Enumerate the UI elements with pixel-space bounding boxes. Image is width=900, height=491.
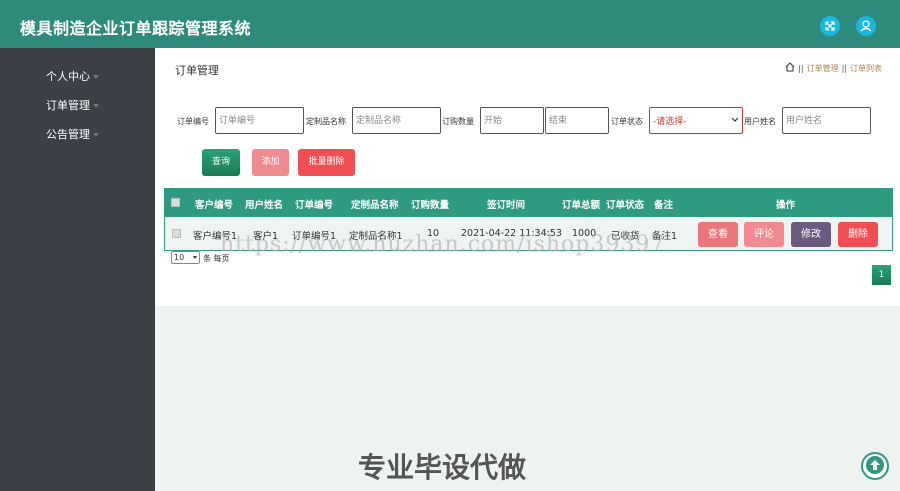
top-bar: 模具制造企业订单跟踪管理系统 [0,0,900,48]
quantity-end-input[interactable] [545,107,609,134]
view-button[interactable]: 查看 [698,222,738,247]
quantity-start-input[interactable] [480,107,544,134]
sidebar-item-order-management[interactable]: 订单管理 [46,97,99,113]
user-name-input[interactable] [782,107,871,134]
column-header: 备注 [654,200,674,211]
order-status-select[interactable]: -请选择- [649,107,743,134]
column-header: 订单编号 [295,200,334,211]
page-title: 订单管理 [175,64,219,77]
fullscreen-icon[interactable] [820,16,840,36]
order-no-input[interactable] [215,107,304,134]
order-status-selected: -请选择- [653,117,687,127]
table-header: 客户编号 用户姓名 订单编号 定制品名称 订购数量 签订时间 订单总额 订单状态… [164,188,893,217]
column-header: 操作 [776,200,796,211]
sidebar-item-notice-management[interactable]: 公告管理 [46,126,99,142]
page-size-value: 10 [174,253,185,262]
delete-button[interactable]: 删除 [838,222,878,247]
sidebar-item-personal-center[interactable]: 个人中心 [46,68,99,84]
main-panel [155,48,900,306]
product-name-label: 定制品名称 [306,117,346,126]
user-icon[interactable] [856,16,876,36]
column-header: 客户编号 [195,200,234,211]
sidebar-item-label: 订单管理 [46,99,90,112]
watermark-text: 专业毕设代做 [358,451,527,484]
breadcrumb-separator: || [841,64,847,73]
user-name-label: 用户姓名 [744,117,776,126]
add-button[interactable]: 添加 [252,149,289,176]
quantity-label: 订购数量 [442,117,474,126]
breadcrumb: || 订单管理 || 订单列表 [785,62,882,75]
comment-button[interactable]: 评论 [744,222,784,247]
query-button[interactable]: 查询 [202,149,240,176]
home-icon[interactable] [785,62,795,75]
app-title: 模具制造企业订单跟踪管理系统 [20,19,252,38]
column-header: 订单状态 [606,200,645,211]
page-size-select[interactable]: 10 [171,251,200,264]
sidebar-item-label: 个人中心 [46,70,90,83]
select-all-checkbox[interactable] [171,198,180,207]
page-button[interactable]: 1 [872,265,891,285]
column-header: 订单总额 [562,200,601,211]
batch-delete-button[interactable]: 批量删除 [298,149,355,176]
back-to-top-button[interactable] [861,452,889,480]
edit-button[interactable]: 修改 [791,222,831,247]
breadcrumb-item[interactable]: 订单列表 [850,63,882,74]
arrow-up-icon [865,455,885,478]
order-no-label: 订单编号 [177,117,209,126]
product-name-input[interactable] [352,107,441,134]
order-status-label: 订单状态 [611,117,643,126]
sidebar [0,48,155,491]
sidebar-item-label: 公告管理 [46,128,90,141]
chevron-down-icon [93,104,99,108]
chevron-down-icon [93,133,99,137]
column-header: 用户姓名 [245,200,284,211]
main-background [155,306,900,491]
row-checkbox[interactable] [172,229,181,238]
column-header: 定制品名称 [351,200,399,211]
chevron-down-icon [731,116,739,126]
chevron-down-icon [193,256,197,259]
breadcrumb-separator: || [798,64,804,73]
chevron-down-icon [93,75,99,79]
column-header: 订购数量 [411,200,450,211]
breadcrumb-item[interactable]: 订单管理 [807,63,839,74]
watermark-url: https://www.huzhan.com/ishop39397 [220,232,666,257]
column-header: 签订时间 [487,200,526,211]
